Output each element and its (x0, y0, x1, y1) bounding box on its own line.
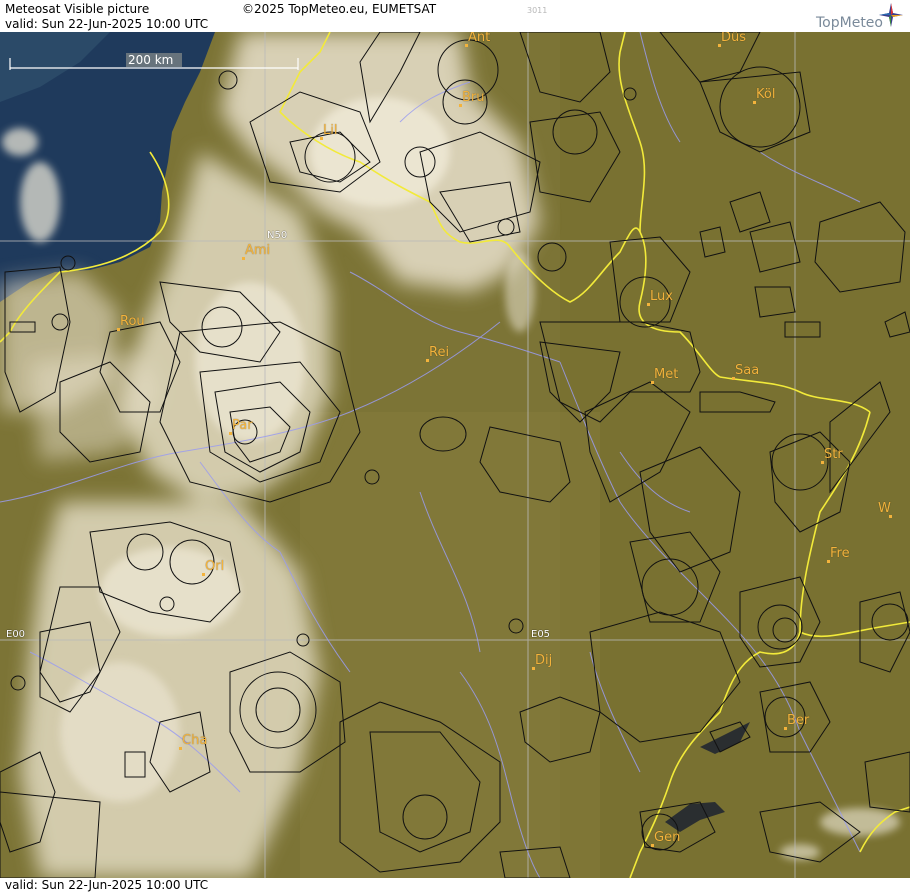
city-label-w: W (878, 501, 891, 516)
grid-label-lon5: E05 (531, 629, 551, 640)
city-label-met: Met (654, 367, 679, 382)
city-label-köl: Köl (756, 87, 776, 102)
city-label-par: Par (232, 418, 253, 433)
city-label-fre: Fre (830, 546, 850, 561)
city-label-lux: Lux (650, 289, 673, 304)
grid-label-lat50: N50 (267, 230, 288, 241)
topmeteo-logo-text: TopMeteo (816, 15, 883, 31)
city-label-orl: Orl (205, 559, 225, 574)
scale-bar-label: 200 km (128, 53, 174, 67)
city-label-bru: Bru (462, 90, 485, 105)
product-code: 3011 (527, 6, 548, 15)
grid-label-lon0: E00 (6, 629, 26, 640)
header-bar: Meteosat Visible picture valid: Sun 22-J… (0, 0, 910, 32)
city-label-lil: Lil (323, 123, 338, 138)
city-label-ant: Ant (468, 32, 491, 45)
city-label-ami: Ami (245, 243, 271, 258)
city-label-ber: Ber (787, 713, 810, 728)
product-title: Meteosat Visible picture (5, 2, 150, 16)
city-label-str: Str (824, 447, 843, 462)
city-label-düs: Düs (721, 32, 747, 45)
city-label-gen: Gen (654, 830, 681, 845)
city-label-rou: Rou (120, 314, 145, 329)
city-label-dij: Dij (535, 653, 553, 668)
city-label-cha: Cha (182, 733, 208, 748)
satellite-map[interactable]: 200 km N50 E00 E05 Ant Düs Bru Köl Lil Ami Lux… (0, 32, 910, 878)
satellite-image (0, 32, 910, 878)
footer-bar: valid: Sun 22-Jun-2025 10:00 UTC (0, 878, 910, 893)
compass-star-icon (878, 2, 904, 28)
city-label-saa: Saa (735, 363, 760, 378)
copyright-text: ©2025 TopMeteo.eu, EUMETSAT (242, 2, 437, 16)
valid-time-bottom: valid: Sun 22-Jun-2025 10:00 UTC (5, 878, 209, 892)
valid-time-top: valid: Sun 22-Jun-2025 10:00 UTC (5, 17, 209, 31)
city-label-rei: Rei (429, 345, 450, 360)
